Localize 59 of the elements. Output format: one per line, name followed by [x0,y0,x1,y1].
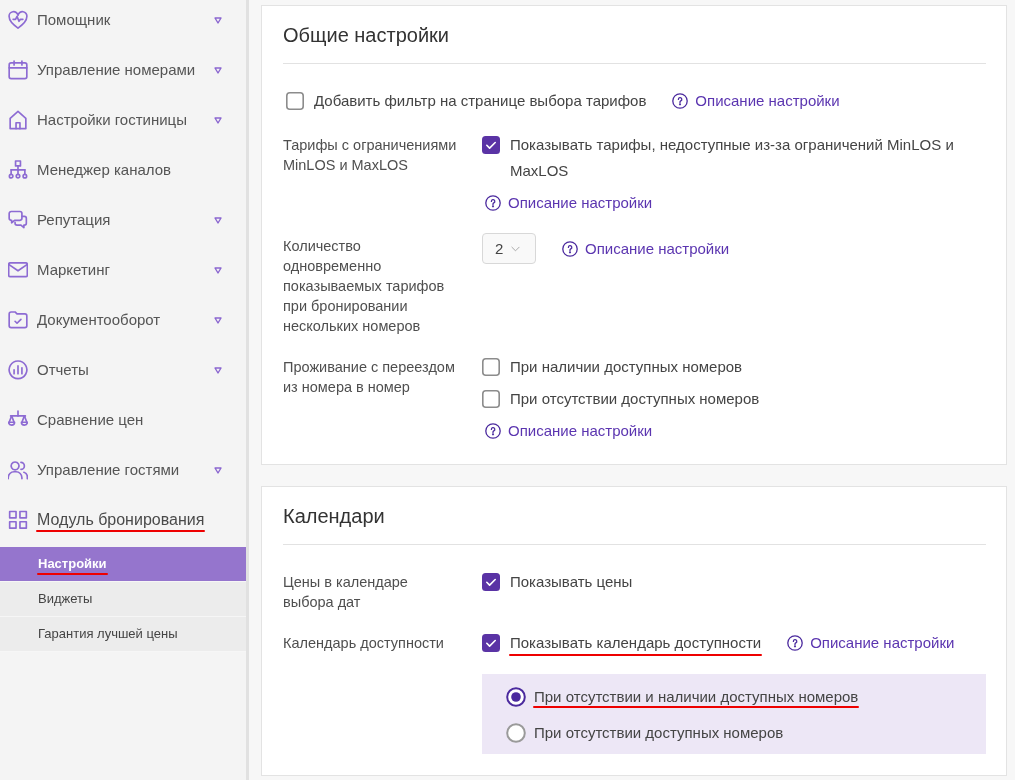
help-link[interactable]: Описание настройки [485,419,653,443]
chevron-down-icon [511,245,521,252]
help-link[interactable]: Описание настройки [787,630,955,656]
calendar-icon [8,60,28,80]
people-icon [8,460,28,480]
help-link[interactable]: Описание настройки [562,235,730,262]
checkbox[interactable] [482,573,500,591]
help-icon [485,423,501,439]
setting-label: Цены в календаре выбора дат [283,573,409,612]
checkbox[interactable] [482,634,500,652]
checkbox-label[interactable]: При наличии доступных номеров [510,354,743,380]
checkbox[interactable] [482,390,500,408]
help-icon [485,195,501,211]
help-icon [787,635,804,651]
number-select[interactable]: 2 [482,233,536,264]
radio-button[interactable] [506,723,526,743]
sidebar-subitem[interactable]: Виджеты [0,582,246,617]
radio-label[interactable]: При отсутствии и наличии доступных номеров [534,684,859,710]
chat-bubbles-icon [8,210,28,230]
radio-button[interactable] [506,687,526,707]
setting-label: Проживание с переездом из номера в номер [283,358,456,397]
checkbox[interactable] [482,136,500,154]
radio-label[interactable]: При отсутствии доступных номеров [534,720,784,746]
section-title: Общие настройки [283,23,450,48]
checkbox-label[interactable]: Показывать цены [510,569,633,595]
sidebar-item[interactable]: Маркетинг [0,245,246,295]
sidebar-item[interactable]: Управление гостями [0,445,246,495]
sidebar-item[interactable]: Сравнение цен [0,395,246,445]
sidebar-item[interactable]: Менеджер каналов [0,145,246,195]
checkbox-label[interactable]: При отсутствии доступных номеров [510,386,760,412]
help-icon [562,240,578,257]
setting-label: Количество одновременно показываемых тарифов при бронировании нескольких номеров [283,237,446,336]
heart-pulse-icon [8,10,28,30]
checkbox[interactable] [482,358,500,376]
sidebar-item[interactable]: Управление номерами [0,45,246,95]
house-icon [8,110,28,130]
checkbox[interactable] [286,92,304,110]
help-icon [672,93,689,109]
sidebar-item[interactable]: Документооборот [0,295,246,345]
setting-label: Тарифы с ограничениями MinLOS и MaxLOS [283,136,457,175]
sidebar-item[interactable]: Настройки гостиницы [0,95,246,145]
setting-label: Календарь доступности [283,634,445,653]
sidebar-subitem[interactable]: Гарантия лучшей цены [0,617,246,652]
hierarchy-icon [8,160,28,180]
checkbox-label[interactable]: Добавить фильтр на странице выбора тарифов [314,88,647,114]
chart-icon [8,360,28,380]
section-title: Календари [283,504,386,529]
sidebar-subitem[interactable]: Настройки [0,547,246,582]
help-link[interactable]: Описание настройки [672,88,840,114]
help-link[interactable]: Описание настройки [485,191,653,215]
checkbox-label[interactable]: Показывать календарь доступности [510,630,762,656]
sidebar-item[interactable]: Репутация [0,195,246,245]
checkbox-label[interactable]: Показывать тарифы, недоступные из-за ограничений MinLOS и MaxLOS [510,132,965,184]
sidebar-item[interactable]: Отчеты [0,345,246,395]
envelope-icon [8,260,28,280]
grid-icon [8,510,28,530]
folder-check-icon [8,310,28,330]
sidebar-item[interactable]: Помощник [0,0,246,45]
sidebar-item[interactable]: Модуль бронирования [0,495,246,545]
